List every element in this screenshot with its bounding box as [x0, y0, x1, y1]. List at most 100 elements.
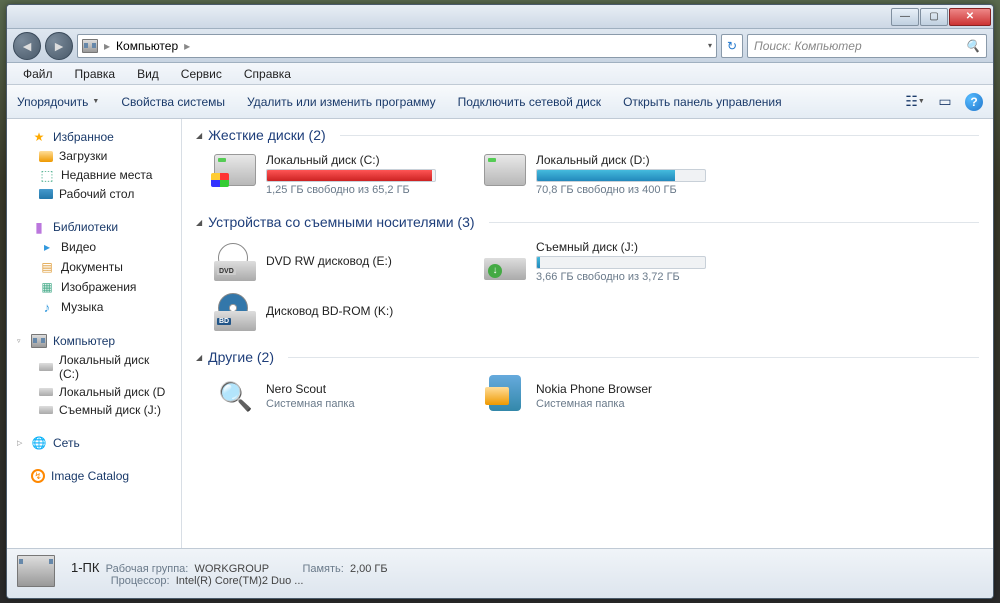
- menu-file[interactable]: Файл: [13, 65, 63, 83]
- sidebar-computer: ▿Компьютер Локальный диск (С:) Локальный…: [7, 331, 181, 419]
- collapse-icon: ◢: [196, 353, 202, 362]
- cpu-value: Intel(R) Core(TM)2 Duo ...: [176, 575, 304, 587]
- menu-edit[interactable]: Правка: [65, 65, 126, 83]
- sidebar-item-video[interactable]: ▸Видео: [7, 237, 181, 257]
- chevron-down-icon: ▼: [92, 98, 99, 105]
- nokia-icon: [489, 375, 521, 411]
- drive-label: Локальный диск (С:): [266, 153, 454, 167]
- sidebar-header-favorites[interactable]: ★Избранное: [7, 127, 181, 147]
- sidebar-favorites: ★Избранное Загрузки ⬚Недавние места Рабо…: [7, 127, 181, 203]
- dvd-drive-e[interactable]: DVD DVD RW дисковод (E:): [214, 240, 454, 283]
- drive-c[interactable]: Локальный диск (С:) 1,25 ГБ свободно из …: [214, 153, 454, 196]
- pc-name: 1-ПК: [71, 560, 99, 575]
- sidebar-item-downloads[interactable]: Загрузки: [7, 147, 181, 165]
- sidebar-header-image-catalog[interactable]: ↯Image Catalog: [7, 467, 181, 485]
- close-button[interactable]: ✕: [949, 8, 991, 26]
- breadcrumb-separator-icon[interactable]: ▸: [184, 39, 190, 53]
- network-icon: 🌐: [31, 435, 47, 451]
- sidebar-item-drive-j[interactable]: Съемный диск (J:): [7, 401, 181, 419]
- drive-label: Локальный диск (D:): [536, 153, 724, 167]
- drive-label: DVD RW дисковод (E:): [266, 254, 454, 268]
- toolbar: Упорядочить▼ Свойства системы Удалить ил…: [7, 85, 993, 119]
- explorer-window: — ▢ ✕ ◄ ► ▸ Компьютер ▸ ▾ ↻ Поиск: Компь…: [6, 4, 994, 599]
- folder-icon: [39, 151, 53, 162]
- drive-free-space: 3,66 ГБ свободно из 3,72 ГБ: [536, 271, 724, 283]
- control-panel-button[interactable]: Открыть панель управления: [623, 95, 782, 109]
- menu-view[interactable]: Вид: [127, 65, 169, 83]
- item-label: Nero Scout: [266, 382, 454, 396]
- image-icon: ▦: [39, 279, 55, 295]
- back-button[interactable]: ◄: [13, 32, 41, 60]
- document-icon: ▤: [39, 259, 55, 275]
- sidebar-item-documents[interactable]: ▤Документы: [7, 257, 181, 277]
- sidebar-item-music[interactable]: ♪Музыка: [7, 297, 181, 317]
- section-hdd[interactable]: ◢Жесткие диски (2): [196, 127, 979, 143]
- drive-icon: [39, 406, 53, 414]
- status-text: 1-ПК Рабочая группа: WORKGROUP Память: 2…: [71, 560, 388, 587]
- sidebar-item-drive-d[interactable]: Локальный диск (D: [7, 383, 181, 401]
- sidebar-item-drive-c[interactable]: Локальный диск (С:): [7, 351, 181, 383]
- menu-help[interactable]: Справка: [234, 65, 301, 83]
- drive-icon: [214, 154, 256, 186]
- item-label: Nokia Phone Browser: [536, 382, 724, 396]
- bd-drive-k[interactable]: BD Дисковод BD-ROM (K:): [214, 293, 454, 331]
- library-icon: ▮: [31, 219, 47, 235]
- drive-label: Съемный диск (J:): [536, 240, 724, 254]
- sidebar-network: ▷🌐Сеть: [7, 433, 181, 453]
- body: ★Избранное Загрузки ⬚Недавние места Рабо…: [7, 119, 993, 548]
- drive-label: Дисковод BD-ROM (K:): [266, 304, 454, 318]
- breadcrumb-separator-icon: ▸: [104, 39, 110, 53]
- star-icon: ★: [31, 129, 47, 145]
- titlebar: — ▢ ✕: [7, 5, 993, 29]
- bd-icon: BD: [214, 293, 256, 331]
- search-icon[interactable]: 🔍: [965, 39, 980, 53]
- section-other[interactable]: ◢Другие (2): [196, 349, 979, 365]
- item-type: Системная папка: [536, 398, 724, 410]
- removable-drive-j[interactable]: ↓ Съемный диск (J:) 3,66 ГБ свободно из …: [484, 240, 724, 283]
- section-removable[interactable]: ◢Устройства со съемными носителями (3): [196, 214, 979, 230]
- drive-icon: [39, 388, 53, 396]
- preview-pane-button[interactable]: ▭: [935, 92, 955, 112]
- nero-scout[interactable]: Nero Scout Системная папка: [214, 375, 454, 417]
- address-bar[interactable]: ▸ Компьютер ▸ ▾: [77, 34, 717, 58]
- sidebar: ★Избранное Загрузки ⬚Недавние места Рабо…: [7, 119, 182, 548]
- map-network-drive-button[interactable]: Подключить сетевой диск: [458, 95, 601, 109]
- drive-icon: [39, 363, 53, 371]
- menu-tools[interactable]: Сервис: [171, 65, 232, 83]
- sidebar-item-desktop[interactable]: Рабочий стол: [7, 185, 181, 203]
- sidebar-header-libraries[interactable]: ▮Библиотеки: [7, 217, 181, 237]
- sidebar-item-recent[interactable]: ⬚Недавние места: [7, 165, 181, 185]
- system-properties-button[interactable]: Свойства системы: [121, 95, 225, 109]
- recent-icon: ⬚: [39, 167, 55, 183]
- expand-icon: ▷: [17, 439, 25, 447]
- sidebar-header-computer[interactable]: ▿Компьютер: [7, 331, 181, 351]
- minimize-button[interactable]: —: [891, 8, 919, 26]
- sidebar-libraries: ▮Библиотеки ▸Видео ▤Документы ▦Изображен…: [7, 217, 181, 317]
- computer-icon: [82, 39, 98, 53]
- menubar: Файл Правка Вид Сервис Справка: [7, 63, 993, 85]
- collapse-icon: ◢: [196, 218, 202, 227]
- drive-free-space: 70,8 ГБ свободно из 400 ГБ: [536, 184, 724, 196]
- uninstall-program-button[interactable]: Удалить или изменить программу: [247, 95, 436, 109]
- dvd-icon: DVD: [214, 243, 256, 281]
- search-input[interactable]: Поиск: Компьютер 🔍: [747, 34, 987, 58]
- removable-icon: ↓: [484, 244, 526, 280]
- maximize-button[interactable]: ▢: [920, 8, 948, 26]
- refresh-button[interactable]: ↻: [721, 34, 743, 58]
- breadcrumb-location[interactable]: Компьютер: [116, 39, 178, 53]
- computer-icon: [17, 555, 59, 593]
- drive-icon: [484, 154, 526, 186]
- organize-button[interactable]: Упорядочить▼: [17, 95, 99, 109]
- drive-d[interactable]: Локальный диск (D:) 70,8 ГБ свободно из …: [484, 153, 724, 196]
- view-options-button[interactable]: ☷▼: [905, 92, 925, 112]
- sidebar-header-network[interactable]: ▷🌐Сеть: [7, 433, 181, 453]
- collapse-icon: ◢: [196, 131, 202, 140]
- nokia-phone-browser[interactable]: Nokia Phone Browser Системная папка: [484, 375, 724, 417]
- address-dropdown-icon[interactable]: ▾: [708, 41, 712, 50]
- forward-button[interactable]: ►: [45, 32, 73, 60]
- content-pane: ◢Жесткие диски (2) Локальный диск (С:) 1…: [182, 119, 993, 548]
- workgroup-value: WORKGROUP: [194, 563, 268, 575]
- navbar: ◄ ► ▸ Компьютер ▸ ▾ ↻ Поиск: Компьютер 🔍: [7, 29, 993, 63]
- help-button[interactable]: ?: [965, 93, 983, 111]
- sidebar-item-images[interactable]: ▦Изображения: [7, 277, 181, 297]
